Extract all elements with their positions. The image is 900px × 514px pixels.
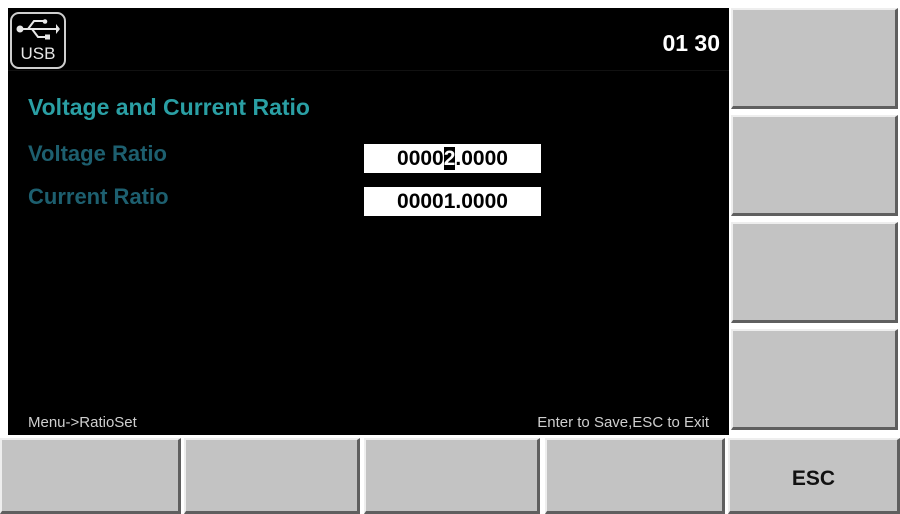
softkey-right-4[interactable] <box>731 329 898 430</box>
usb-label: USB <box>20 44 56 63</box>
softkey-right-3[interactable] <box>731 222 898 323</box>
voltage-ratio-label: Voltage Ratio <box>28 141 167 166</box>
softkey-bottom-4[interactable] <box>545 438 725 514</box>
current-ratio-field[interactable]: 00001.0000 <box>364 187 541 216</box>
help-hint: Enter to Save,ESC to Exit <box>537 414 709 431</box>
current-ratio-label: Current Ratio <box>28 184 169 209</box>
edit-cursor: 2 <box>443 147 456 170</box>
usb-icon: USB <box>10 12 66 69</box>
status-bar-divider <box>8 70 729 71</box>
softkey-bottom-3[interactable] <box>364 438 540 514</box>
instrument-display: USB 01 30 Voltage and Current Ratio Volt… <box>8 8 729 435</box>
menu-breadcrumb: Menu->RatioSet <box>28 414 137 431</box>
clock: 01 30 <box>662 30 720 56</box>
page-title: Voltage and Current Ratio <box>28 94 310 120</box>
voltage-ratio-field[interactable]: 00002.0000 <box>364 144 541 173</box>
softkey-right-1[interactable] <box>731 8 898 109</box>
voltage-ratio-value-tail: .0000 <box>455 147 508 170</box>
esc-button-label: ESC <box>791 467 836 490</box>
softkey-bottom-1[interactable] <box>0 438 181 514</box>
softkey-bottom-2[interactable] <box>184 438 360 514</box>
esc-button[interactable]: ESC <box>728 438 900 514</box>
voltage-ratio-value-head: 0000 <box>397 147 444 170</box>
softkey-right-2[interactable] <box>731 115 898 216</box>
